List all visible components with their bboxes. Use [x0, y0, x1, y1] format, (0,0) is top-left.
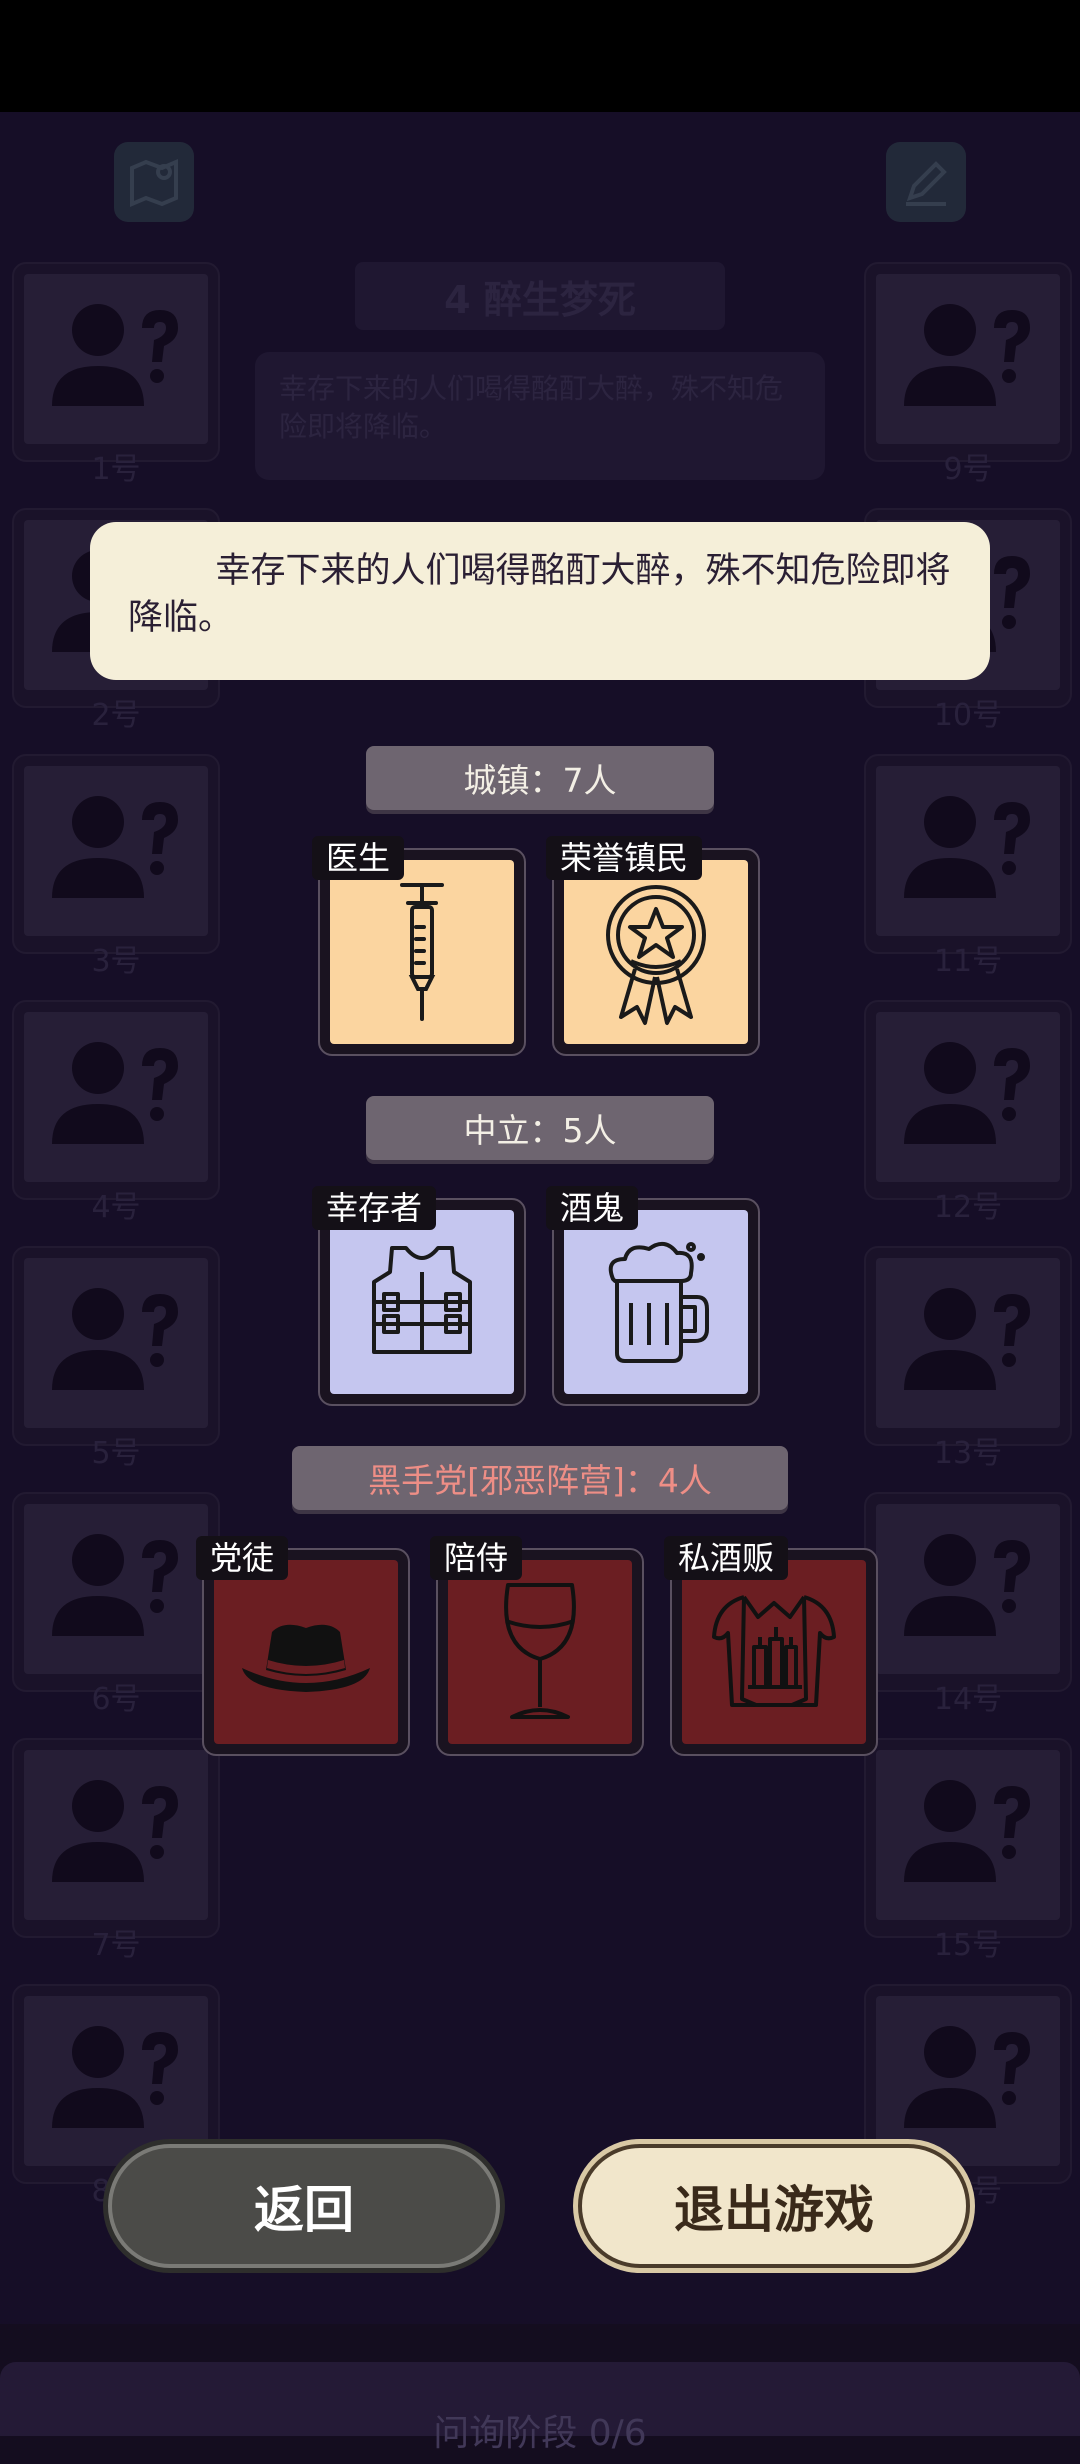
- role-label: 私酒贩: [664, 1536, 789, 1580]
- role-label: 幸存者: [312, 1186, 437, 1230]
- faction-town-header: 城镇：7人: [366, 746, 714, 810]
- story-text: 幸存下来的人们喝得酩酊大醉，殊不知危险即将降临。: [90, 522, 990, 680]
- fedora-hat-icon: [242, 1624, 370, 1692]
- role-card-survivor[interactable]: 幸存者: [312, 1186, 526, 1406]
- phase-text: 问询阶段 0/6: [433, 2413, 647, 2454]
- role-label: 酒鬼: [546, 1186, 639, 1230]
- role-card-thug[interactable]: 党徒: [196, 1536, 410, 1756]
- syringe-icon: [400, 883, 444, 1021]
- role-label: 荣誉镇民: [546, 836, 703, 880]
- status-bar: [0, 0, 1080, 112]
- faction-evil-header: 黑手党[邪恶阵营]：4人: [292, 1446, 788, 1510]
- vest-icon: [372, 1246, 472, 1354]
- role-label: 陪侍: [430, 1536, 523, 1580]
- role-card-bootlegger[interactable]: 私酒贩: [664, 1536, 878, 1756]
- wine-glass-icon: [504, 1583, 576, 1719]
- role-label: 医生: [312, 836, 405, 880]
- beer-mug-icon: [608, 1241, 709, 1363]
- medal-icon: [606, 885, 706, 1025]
- coat-bottles-icon: [712, 1595, 836, 1707]
- exit-game-button[interactable]: 退出游戏: [578, 2144, 970, 2268]
- role-label: 党徒: [196, 1536, 289, 1580]
- role-card-honored-citizen[interactable]: 荣誉镇民: [546, 836, 760, 1056]
- role-card-doctor[interactable]: 医生: [312, 836, 526, 1056]
- overlay-dim: [0, 112, 1080, 2324]
- role-card-escort[interactable]: 陪侍: [430, 1536, 644, 1756]
- role-card-drunkard[interactable]: 酒鬼: [546, 1186, 760, 1406]
- faction-neutral-header: 中立：5人: [366, 1096, 714, 1160]
- back-button[interactable]: 返回: [108, 2144, 500, 2268]
